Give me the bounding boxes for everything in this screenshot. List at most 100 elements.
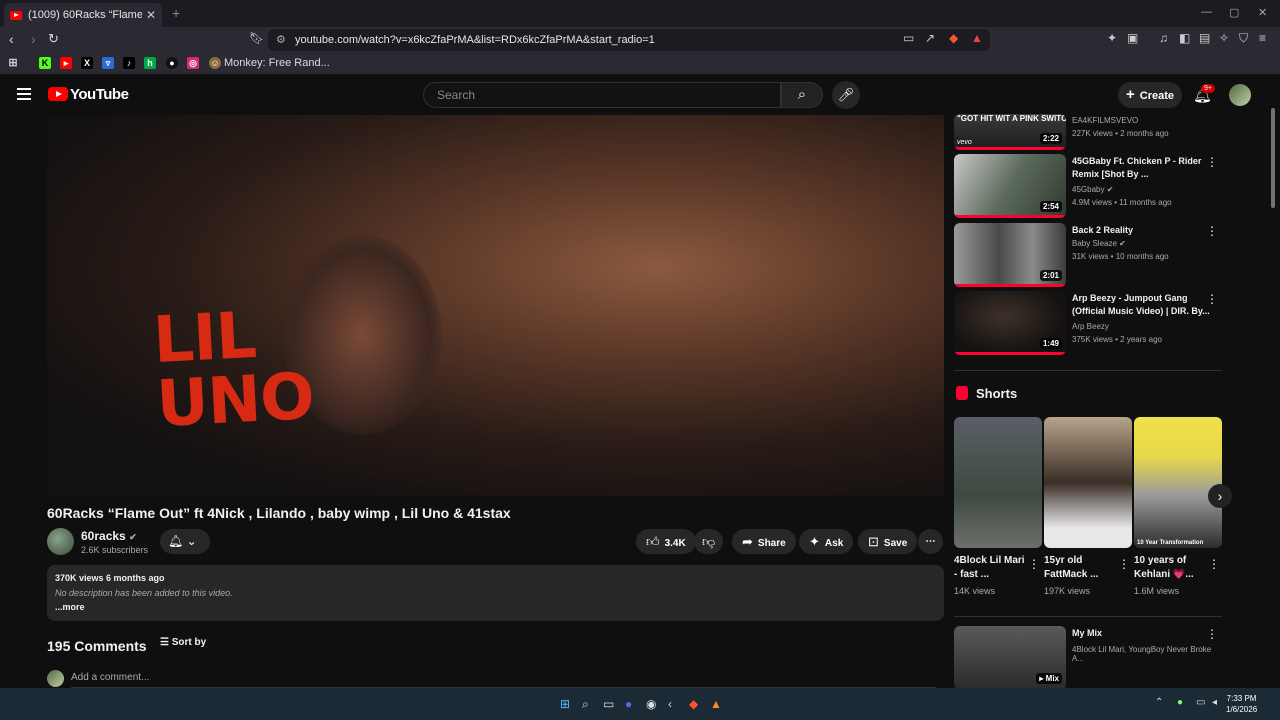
tray-mic-icon[interactable]: ● [1177, 697, 1183, 708]
short-thumbnail[interactable] [1044, 417, 1132, 548]
related-thumbnail[interactable]: 2:01 [954, 223, 1066, 287]
x-bookmark-icon[interactable]: X [81, 57, 93, 69]
reload-icon[interactable]: ↻ [48, 31, 59, 47]
related-channel[interactable]: 45Gbaby ✔ [1072, 185, 1113, 194]
start-icon[interactable]: ⊞ [560, 697, 570, 711]
network-icon[interactable]: ▭ [1196, 697, 1205, 708]
new-tab-button[interactable]: + [172, 5, 180, 21]
short-card[interactable]: 10 Year Transformation 10 years of Kehla… [1134, 417, 1222, 596]
related-video[interactable]: 2:01 Back 2 Reality Baby Sleaze ✔ 31K vi… [954, 223, 1224, 287]
related-channel[interactable]: Arp Beezy [1072, 322, 1109, 331]
related-channel[interactable]: EA4KFILMSVEVO [1072, 116, 1138, 125]
short-thumbnail[interactable]: 10 Year Transformation [1134, 417, 1222, 548]
create-button[interactable]: + Create [1118, 82, 1182, 108]
share-page-icon[interactable]: ↗ [925, 31, 935, 45]
mix-thumbnail[interactable]: ▸ Mix [954, 626, 1066, 690]
site-info-icon[interactable]: ⚙ [276, 29, 286, 51]
window-close-icon[interactable]: ✕ [1258, 6, 1267, 19]
tray-chevron-icon[interactable]: ⌃ [1155, 697, 1163, 708]
channel-avatar[interactable] [47, 528, 74, 555]
more-vertical-icon[interactable]: ⋮ [1206, 292, 1218, 306]
short-title[interactable]: 10 years of Kehlani 💗... [1134, 554, 1206, 582]
forward-icon[interactable]: › [31, 31, 36, 47]
add-comment-input[interactable]: Add a comment... [71, 672, 936, 688]
short-card[interactable]: 15yr old FattMack ... 197K views ⋮ [1044, 417, 1132, 596]
cast-icon[interactable]: ▭ [903, 31, 914, 45]
vpn-icon[interactable]: ⛉ [1239, 31, 1248, 46]
leo-icon[interactable]: ✧ [1219, 31, 1229, 45]
browser-tab[interactable]: (1009) 60Racks “Flame Out” ft 4l ✕ [4, 3, 162, 27]
related-thumbnail[interactable]: "GOT HIT WIT A PINK SWITCH!!" vevo 2:22 [954, 114, 1066, 150]
account-avatar[interactable] [1229, 84, 1251, 106]
sidebar-icon[interactable]: ◧ [1179, 31, 1190, 45]
back-icon[interactable]: ‹ [9, 31, 14, 47]
taskbar-search-icon[interactable]: ⌕ [582, 697, 589, 712]
youtube-bookmark-icon[interactable]: ▸ [60, 57, 72, 69]
screenshot-icon[interactable]: ▣ [1127, 31, 1138, 45]
steam-icon[interactable]: ◉ [646, 697, 656, 711]
related-thumbnail[interactable]: 1:49 [954, 291, 1066, 355]
menu-icon[interactable]: ≡ [1259, 31, 1266, 45]
apps-grid-icon[interactable]: ⊞ [7, 57, 19, 69]
short-title[interactable]: 4Block Lil Mari - fast ... [954, 554, 1026, 582]
ask-button[interactable]: ✦ Ask [799, 529, 854, 554]
channel-name[interactable]: 60racks ✔ [81, 529, 137, 543]
youtube-logo-text[interactable]: YouTube [70, 86, 129, 103]
save-button[interactable]: ⊡ Save [858, 529, 918, 554]
sort-button[interactable]: ☰ Sort by [160, 637, 206, 648]
tiktok-bookmark-icon[interactable]: ♪ [123, 57, 135, 69]
bookmark-page-icon[interactable]: 🔖︎ [249, 31, 264, 45]
taskbar-clock[interactable]: 7:33 PM 1/6/2026 [1226, 693, 1257, 715]
circle-bookmark-icon[interactable]: ● [166, 57, 178, 69]
search-button[interactable]: ⌕ [781, 82, 823, 108]
short-title[interactable]: 15yr old FattMack ... [1044, 554, 1116, 582]
tab-close-icon[interactable]: ✕ [146, 8, 156, 22]
search-input[interactable]: Search [423, 82, 781, 108]
more-actions-button[interactable]: ⋯ [918, 529, 943, 554]
short-thumbnail[interactable] [954, 417, 1042, 548]
maximize-icon[interactable]: ▢ [1229, 6, 1239, 19]
scrollbar-thumb[interactable] [1271, 108, 1275, 208]
mix-card[interactable]: ▸ Mix My Mix 4Block Lil Mari, YoungBoy N… [954, 626, 1224, 690]
volume-icon[interactable]: ◂ [1212, 697, 1217, 708]
proton-bookmark-icon[interactable]: ▿ [102, 57, 114, 69]
address-bar[interactable]: ⚙ youtube.com/watch?v=x6kcZfaPrMA&list=R… [268, 29, 990, 51]
youtube-logo-icon[interactable] [48, 87, 68, 101]
media-icon[interactable]: ♫ [1159, 31, 1168, 45]
shorts-next-button[interactable]: › [1208, 484, 1232, 508]
short-card[interactable]: 4Block Lil Mari - fast ... 14K views ⋮ [954, 417, 1042, 596]
subscription-bell-button[interactable]: 🔔︎ ⌄ [160, 529, 210, 554]
monkey-bookmark-icon[interactable]: ☺ [209, 57, 221, 69]
related-title[interactable]: Arp Beezy - Jumpout Gang (Official Music… [1072, 292, 1210, 318]
more-vertical-icon[interactable]: ⋮ [1208, 557, 1220, 571]
instagram-bookmark-icon[interactable]: ◎ [187, 57, 199, 69]
monkey-bookmark-label[interactable]: Monkey: Free Rand... [224, 57, 330, 69]
more-vertical-icon[interactable]: ⋮ [1028, 557, 1040, 571]
related-video[interactable]: 1:49 Arp Beezy - Jumpout Gang (Official … [954, 291, 1224, 355]
hamburger-menu-icon[interactable] [17, 88, 31, 100]
related-channel[interactable]: Baby Sleaze ✔ [1072, 239, 1126, 248]
share-button[interactable]: ➦ Share [732, 529, 796, 554]
related-title[interactable]: Back 2 Reality [1072, 224, 1210, 237]
video-player[interactable]: LIL UNO [47, 115, 944, 496]
app-icon[interactable]: ‹ [668, 697, 672, 711]
related-video[interactable]: 2:54 45GBaby Ft. Chicken P - Rider Remix… [954, 154, 1224, 218]
discord-icon[interactable]: ● [625, 697, 632, 711]
wallet-icon[interactable]: ▤ [1199, 31, 1210, 45]
voice-search-button[interactable]: 🎤︎ [832, 81, 860, 109]
mix-title[interactable]: My Mix [1072, 627, 1210, 640]
app-orange-icon[interactable]: ▲ [710, 697, 722, 711]
task-view-icon[interactable]: ▭ [603, 697, 614, 711]
minimize-icon[interactable]: — [1201, 6, 1212, 18]
extensions-icon[interactable]: ✦ [1107, 31, 1117, 45]
related-title[interactable]: 45GBaby Ft. Chicken P - Rider Remix [Sho… [1072, 155, 1210, 181]
dislike-button[interactable]: 👎︎ [694, 529, 724, 554]
more-link[interactable]: ...more [55, 602, 936, 612]
more-vertical-icon[interactable]: ⋮ [1206, 224, 1218, 238]
more-vertical-icon[interactable]: ⋮ [1206, 627, 1218, 641]
description-box[interactable]: 370K views 6 months ago No description h… [47, 565, 944, 621]
brave-shields-icon[interactable]: ◆ [949, 31, 958, 45]
like-button[interactable]: 👍︎ 3.4K [636, 529, 696, 554]
brave-rewards-icon[interactable]: ▲ [971, 31, 983, 45]
more-vertical-icon[interactable]: ⋮ [1206, 155, 1218, 169]
